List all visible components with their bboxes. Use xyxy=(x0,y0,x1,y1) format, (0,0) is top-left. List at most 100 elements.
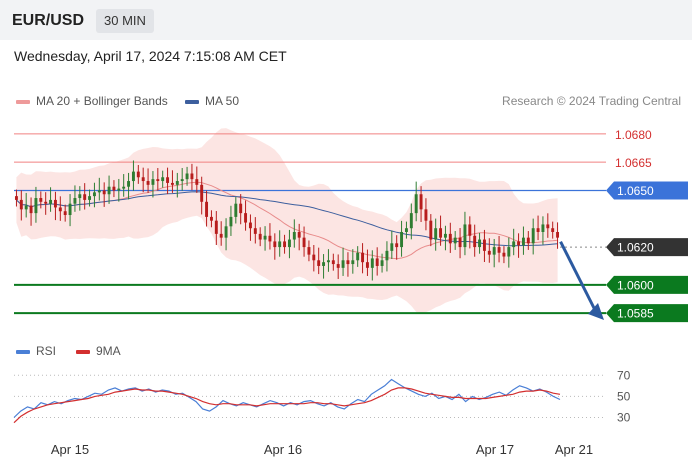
candle-body xyxy=(141,177,145,182)
candle-body xyxy=(361,252,365,263)
x-axis-label: Apr 17 xyxy=(476,442,514,457)
candle-body xyxy=(195,179,199,185)
candle-body xyxy=(331,260,335,265)
candle-body xyxy=(336,264,340,268)
level-tag-text-1.0600: 1.0600 xyxy=(617,278,654,292)
candle-body xyxy=(370,258,374,268)
candle-body xyxy=(312,254,316,261)
candle-body xyxy=(404,228,408,232)
candle-body xyxy=(497,247,501,253)
candle-body xyxy=(209,216,213,221)
candle-body xyxy=(278,241,282,248)
x-axis-label: Apr 16 xyxy=(264,442,302,457)
rsi-tick-70: 70 xyxy=(617,368,631,382)
candle-body xyxy=(166,177,170,183)
candle-body xyxy=(253,228,257,234)
candle-body xyxy=(556,231,560,238)
candle-body xyxy=(409,213,413,229)
candle-body xyxy=(107,186,111,195)
level-label-1.0665: 1.0665 xyxy=(615,156,652,170)
candle-body xyxy=(49,199,53,204)
candle-body xyxy=(234,203,238,217)
candle-body xyxy=(92,192,96,197)
candle-body xyxy=(492,247,496,255)
candle-body xyxy=(24,205,28,210)
candle-body xyxy=(287,239,291,248)
candle-body xyxy=(517,241,521,246)
level-tag-text-1.0585: 1.0585 xyxy=(617,307,654,321)
candle-body xyxy=(239,203,243,214)
candle-body xyxy=(63,211,67,216)
candle-body xyxy=(29,205,33,214)
candle-body xyxy=(424,209,428,221)
candle-body xyxy=(112,186,116,191)
candle-body xyxy=(190,173,194,180)
candle-body xyxy=(83,194,87,200)
candle-body xyxy=(375,258,379,266)
candle-body xyxy=(263,235,267,240)
candle-body xyxy=(170,182,174,185)
candle-body xyxy=(434,228,438,240)
candle-body xyxy=(385,250,389,261)
candle-body xyxy=(88,196,92,200)
candle-body xyxy=(68,203,72,216)
candle-body xyxy=(453,237,457,244)
candle-body xyxy=(507,247,511,257)
candle-body xyxy=(14,196,18,200)
x-axis-label: Apr 21 xyxy=(555,442,593,457)
candle-body xyxy=(122,186,126,189)
candle-body xyxy=(214,220,218,234)
candle-body xyxy=(205,201,209,217)
candle-body xyxy=(380,260,384,266)
candle-body xyxy=(127,181,131,187)
candle-body xyxy=(219,233,223,238)
candle-body xyxy=(482,239,486,251)
candle-body xyxy=(78,194,82,199)
candle-body xyxy=(341,260,345,268)
candle-body xyxy=(268,235,272,242)
candle-body xyxy=(297,231,301,238)
candle-body xyxy=(414,194,418,214)
forecast-arrow-head xyxy=(588,303,604,320)
candle-body xyxy=(117,188,121,191)
candle-body xyxy=(53,199,57,208)
candle-body xyxy=(326,260,330,263)
candle-body xyxy=(175,181,179,185)
candle-body xyxy=(468,224,472,236)
x-axis-label: Apr 15 xyxy=(51,442,89,457)
candle-body xyxy=(346,260,350,265)
forecast-arrow-line xyxy=(559,240,598,313)
candle-body xyxy=(546,224,550,229)
level-tag-text-1.0620: 1.0620 xyxy=(617,241,654,255)
candle-body xyxy=(448,233,452,244)
candle-body xyxy=(131,171,135,182)
candle-body xyxy=(400,231,404,248)
candle-body xyxy=(244,213,248,223)
candle-body xyxy=(180,179,184,182)
candle-body xyxy=(229,216,233,227)
candle-body xyxy=(283,241,287,248)
candle-body xyxy=(531,228,535,244)
candle-body xyxy=(307,247,311,255)
candle-body xyxy=(541,224,545,232)
rsi-tick-30: 30 xyxy=(617,410,631,424)
candle-body xyxy=(224,226,228,238)
candle-body xyxy=(502,252,506,257)
candle-body xyxy=(200,184,204,202)
candle-body xyxy=(317,260,321,266)
candle-body xyxy=(19,199,23,210)
candle-body xyxy=(273,241,277,248)
candle-body xyxy=(34,198,38,214)
candle-body xyxy=(458,237,462,248)
candle-body xyxy=(322,262,326,266)
candle-body xyxy=(429,220,433,240)
candle-body xyxy=(248,222,252,229)
price-chart: 1.0680 1.0665 1.0650 1.0620 1.0600 1.0585 70 50… xyxy=(13,128,688,457)
candle-body xyxy=(151,179,155,185)
candle-body xyxy=(58,207,62,212)
candle-body xyxy=(536,228,540,232)
candle-body xyxy=(390,243,394,251)
candle-body xyxy=(365,262,369,268)
level-tag-text-1.0650: 1.0650 xyxy=(617,184,654,198)
candle-body xyxy=(478,239,482,248)
